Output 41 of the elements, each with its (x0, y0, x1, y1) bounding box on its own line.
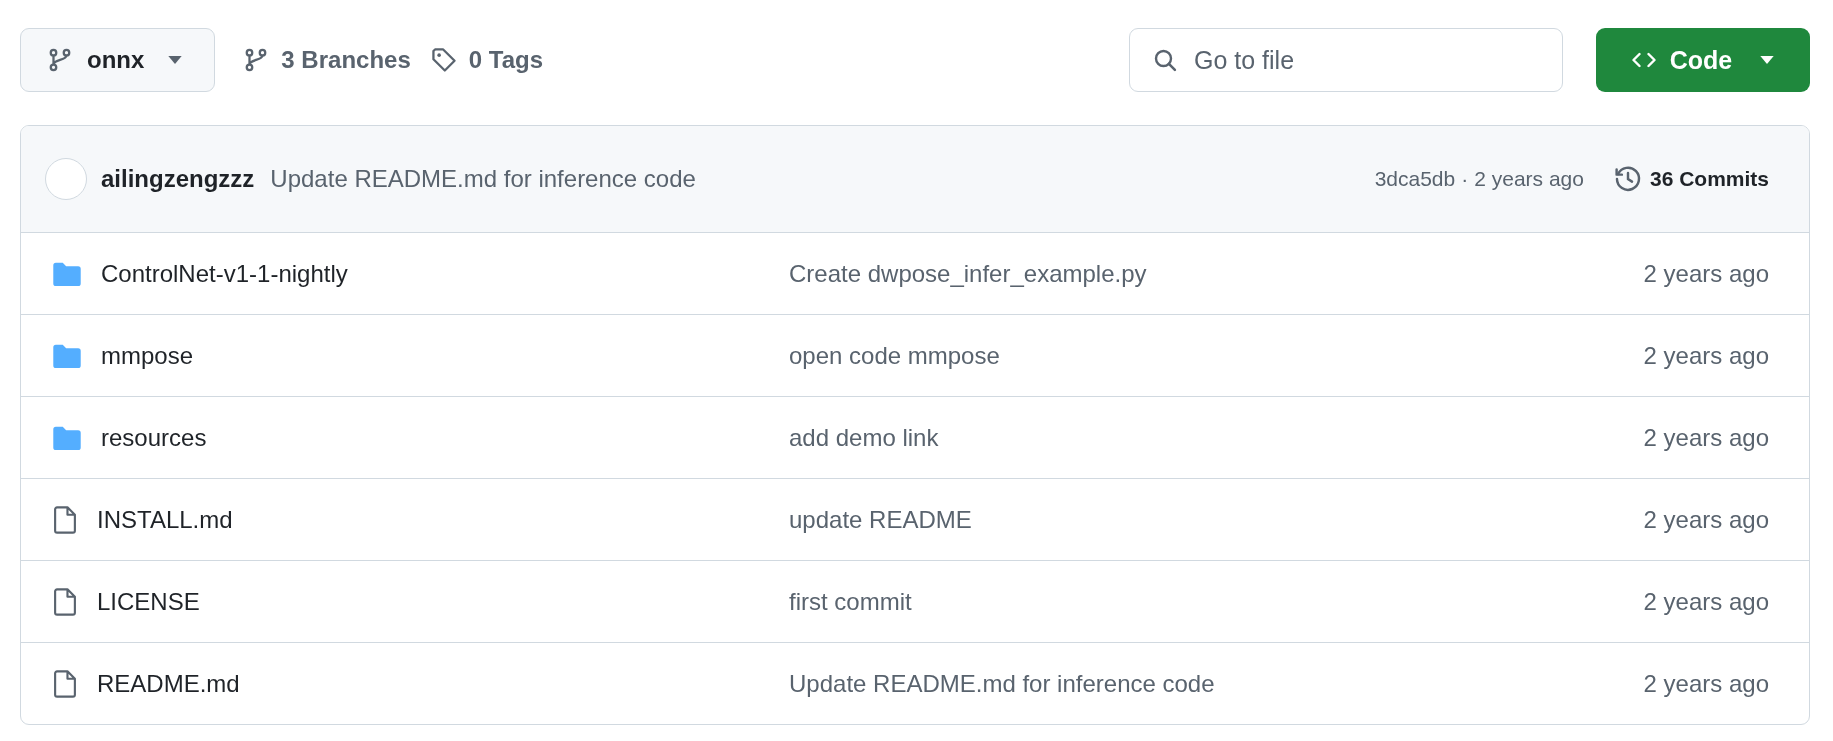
file-name-link[interactable]: mmpose (101, 341, 194, 370)
file-icon (53, 669, 77, 698)
commit-message-link[interactable]: Create dwpose_infer_example.py (789, 259, 1644, 288)
commit-time: 2 years ago (1643, 423, 1769, 452)
commit-message-link[interactable]: open code mmpose (789, 341, 1644, 370)
commit-message-link[interactable]: first commit (789, 587, 1644, 616)
caret-icon (168, 56, 183, 64)
commit-message-link[interactable]: Update README.md for inference code (789, 669, 1644, 698)
branches-link[interactable]: 3 Branches (281, 46, 411, 74)
folder-icon (53, 261, 81, 286)
commit-time: 2 years ago (1643, 341, 1769, 370)
commit-time: 2 years ago (1474, 167, 1584, 191)
file-name-link[interactable]: LICENSE (97, 587, 200, 616)
branch-selector[interactable]: onnx (20, 28, 216, 92)
tag-icon (430, 47, 457, 73)
file-name-link[interactable]: INSTALL.md (97, 505, 233, 534)
commit-time: 2 years ago (1643, 587, 1769, 616)
folder-icon (53, 343, 81, 368)
file-name-link[interactable]: resources (101, 423, 207, 452)
separator-dot: · (1461, 167, 1469, 191)
code-button[interactable]: Code (1596, 28, 1810, 92)
commit-time: 2 years ago (1643, 505, 1769, 534)
commit-time: 2 years ago (1643, 259, 1769, 288)
commit-message[interactable]: Update README.md for inference code (270, 165, 696, 193)
file-icon (53, 505, 77, 534)
file-icon (53, 587, 77, 616)
commit-author[interactable]: ailingzengzzz (101, 165, 255, 193)
history-icon (1613, 165, 1642, 193)
search-field[interactable]: Go to file (1129, 28, 1563, 92)
avatar (45, 158, 87, 200)
file-name-link[interactable]: README.md (97, 669, 240, 698)
commit-time: 2 years ago (1643, 669, 1769, 698)
commit-message-link[interactable]: update README (789, 505, 1644, 534)
commits-link[interactable]: 36 Commits (1649, 167, 1769, 191)
commit-hash[interactable]: 3dca5db (1374, 167, 1456, 191)
caret-icon (1760, 56, 1775, 64)
commit-message-link[interactable]: add demo link (789, 423, 1644, 452)
tags-link[interactable]: 0 Tags (468, 46, 543, 74)
branch-icon (47, 47, 73, 73)
file-name-link[interactable]: ControlNet-v1-1-nightly (101, 259, 348, 288)
folder-icon (53, 425, 81, 450)
